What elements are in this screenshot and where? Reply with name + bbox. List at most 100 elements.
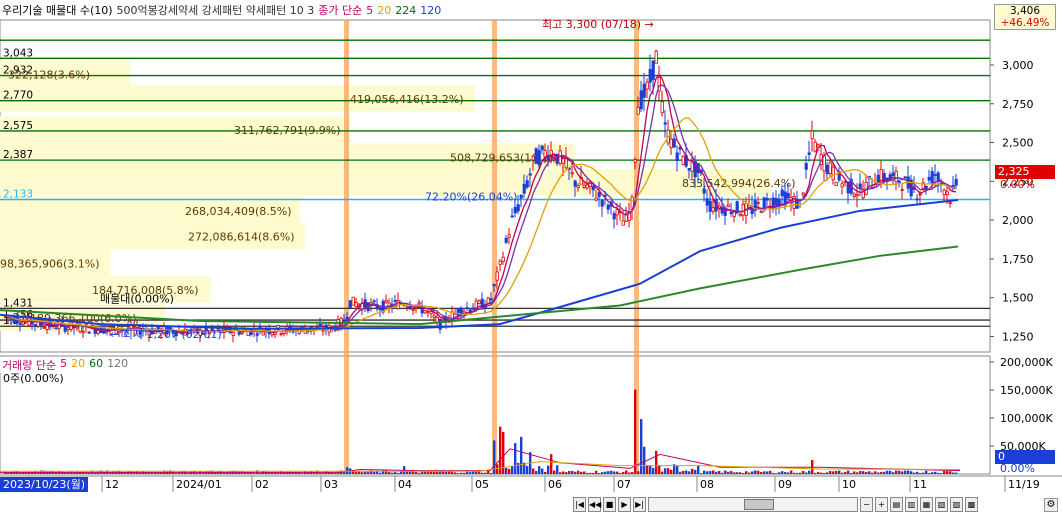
volume-bar xyxy=(457,473,460,474)
volume-bar xyxy=(799,472,802,474)
candle-body xyxy=(882,173,886,182)
scroll-track[interactable] xyxy=(648,496,858,512)
volume-bar xyxy=(946,471,949,474)
price-legend: 우리기술 매물대 수(10) 500억봉강세약세 강세패턴 약세패턴 10 3 … xyxy=(0,2,444,18)
volume-bar xyxy=(844,471,847,474)
volume-bar xyxy=(877,472,880,474)
volume-bar xyxy=(187,473,190,474)
candle-body xyxy=(654,50,658,64)
candle-body xyxy=(552,158,556,161)
candle-body xyxy=(258,326,262,329)
view-4-icon[interactable]: ▧ xyxy=(935,496,948,512)
candle-body xyxy=(231,332,235,336)
volume-bar xyxy=(676,465,679,474)
volume-bar xyxy=(916,471,919,474)
view-3-icon[interactable]: ▦ xyxy=(920,496,933,512)
scroll-thumb[interactable] xyxy=(744,498,774,510)
candle-body xyxy=(900,188,904,191)
candle-body xyxy=(942,189,946,196)
gear-icon[interactable]: ⚙ xyxy=(1044,498,1058,512)
volume-bar xyxy=(658,464,661,474)
last-icon[interactable]: ▶| xyxy=(633,496,646,512)
candle-body xyxy=(663,122,667,125)
volume-bar xyxy=(259,473,262,474)
volume-bar xyxy=(514,443,517,474)
candle-body xyxy=(813,141,817,152)
volume-bar xyxy=(634,389,637,474)
zoom-in-icon[interactable]: + xyxy=(875,496,888,512)
x-tick-label: 04 xyxy=(398,478,412,491)
volume-bar xyxy=(436,471,439,474)
vol-ma-60: 60 xyxy=(89,357,104,370)
candle-body xyxy=(378,307,382,311)
last-price-tag: 2,325 xyxy=(995,165,1055,179)
volume-bar xyxy=(895,470,898,474)
volume-bar xyxy=(910,471,913,474)
volume-group xyxy=(4,389,958,474)
volume-ma-line xyxy=(0,461,961,472)
first-icon[interactable]: |◀ xyxy=(573,496,586,512)
price-chart-canvas[interactable]: 3,0432,9322,7702,5752,3872,1331,4311,356… xyxy=(0,0,1062,516)
volume-bar xyxy=(583,471,586,474)
volume-bar xyxy=(214,472,217,474)
prev-icon[interactable]: ◀◀ xyxy=(588,496,601,512)
volume-bar xyxy=(748,472,751,474)
level-label: 2,575 xyxy=(3,120,33,132)
volume-bar xyxy=(865,472,868,474)
volume-bar xyxy=(715,471,718,474)
volume-bar xyxy=(763,471,766,474)
candle-body xyxy=(423,309,427,314)
candle-body xyxy=(729,211,733,215)
view-5-icon[interactable]: ▨ xyxy=(950,496,963,512)
candle-body xyxy=(42,326,46,329)
y-tick-label: 2,000 xyxy=(1002,214,1034,227)
volume-bar xyxy=(94,472,97,474)
volume-bar xyxy=(694,469,697,474)
zoom-out-icon[interactable]: − xyxy=(860,496,873,512)
volume-bar xyxy=(277,472,280,474)
volume-bar xyxy=(661,471,664,474)
stop-icon[interactable]: ■ xyxy=(603,496,616,512)
volume-bar xyxy=(565,472,568,474)
chart-scrollbar[interactable]: |◀ ◀◀ ■ ▶ ▶| − + ▤ ▥ ▦ ▧ ▨ ▩ xyxy=(573,495,993,513)
volume-bar xyxy=(727,471,730,474)
current-price: 3,406 xyxy=(1009,5,1041,17)
volume-bar xyxy=(820,472,823,474)
candle-body xyxy=(543,150,547,158)
candle-body xyxy=(561,158,565,164)
volume-bar xyxy=(919,473,922,474)
candle-body xyxy=(591,185,595,191)
candle-body xyxy=(585,184,589,189)
volume-bar xyxy=(508,468,511,474)
max-price-label: 최고 3,300 (07/18) → xyxy=(542,18,654,31)
volume-bar xyxy=(733,472,736,474)
candle-body xyxy=(18,322,22,325)
volume-bar xyxy=(721,472,724,474)
candle-body xyxy=(507,234,511,238)
volume-bar xyxy=(178,472,181,474)
last-volume-pct: 0.00% xyxy=(1000,462,1035,475)
y-tick-label: 1,250 xyxy=(1002,330,1034,343)
candle-body xyxy=(786,193,790,199)
volume-bar xyxy=(148,472,151,474)
candle-body xyxy=(633,159,637,163)
volume-bar xyxy=(751,471,754,474)
stock-chart-window: 3,043 2,932 2,770 2,575 2,387 2,133 1,431 1,356… xyxy=(0,0,1062,516)
volume-bar xyxy=(160,472,163,474)
volume-bar xyxy=(541,468,544,474)
level-label: 2,770 xyxy=(3,90,33,102)
volume-bar xyxy=(604,471,607,474)
candle-body xyxy=(825,164,829,174)
crosshair-date: 2023/10/23(월) xyxy=(0,477,89,492)
view-1-icon[interactable]: ▤ xyxy=(890,496,903,512)
x-tick-label: 07 xyxy=(617,478,631,491)
volume-bar xyxy=(364,471,367,474)
candle-body xyxy=(471,307,475,310)
candle-body xyxy=(828,162,832,174)
candle-body xyxy=(318,323,322,327)
volume-bar xyxy=(859,471,862,474)
candle-body xyxy=(429,311,433,314)
next-icon[interactable]: ▶ xyxy=(618,496,631,512)
view-6-icon[interactable]: ▩ xyxy=(965,496,978,512)
view-2-icon[interactable]: ▥ xyxy=(905,496,918,512)
